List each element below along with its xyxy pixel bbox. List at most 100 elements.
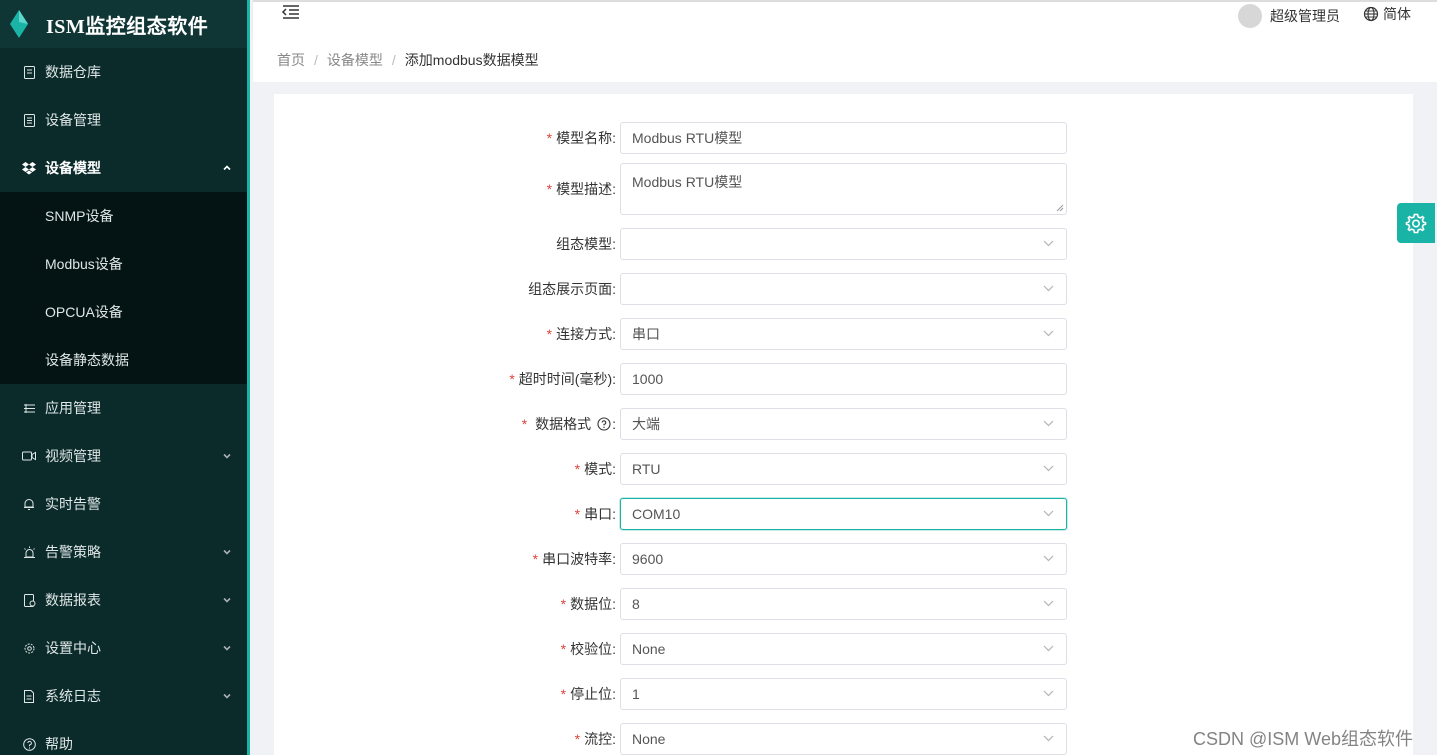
mode-select[interactable]: RTU: [620, 453, 1067, 485]
model-desc-field[interactable]: Modbus RTU模型: [620, 163, 1067, 215]
required-mark: *: [532, 551, 539, 567]
sidebar-item-label: 设备管理: [45, 112, 101, 128]
sidebar-item-label: 数据报表: [45, 592, 101, 608]
data-format-select[interactable]: 大端: [620, 408, 1067, 440]
model-name-field[interactable]: [620, 122, 1067, 154]
chevron-down-icon: [223, 693, 231, 699]
model-name-input[interactable]: [621, 123, 1066, 153]
data-bits-select[interactable]: 8: [620, 588, 1067, 620]
gear-icon: [22, 641, 36, 655]
sidebar-item-realtime-alarm[interactable]: 实时告警: [0, 480, 250, 528]
globe-icon: [1363, 6, 1379, 22]
chevron-down-icon: [223, 645, 231, 651]
required-mark: *: [546, 181, 553, 197]
required-mark: *: [560, 596, 567, 612]
sidebar-item-data-warehouse[interactable]: 数据仓库: [0, 48, 250, 96]
sidebar-item-system-log[interactable]: 系统日志: [0, 672, 250, 720]
connection-select[interactable]: 串口: [620, 318, 1067, 350]
stop-bits-select[interactable]: 1: [620, 678, 1067, 710]
chevron-down-icon: [223, 597, 231, 603]
required-mark: *: [560, 641, 567, 657]
serial-port-select[interactable]: COM10: [620, 498, 1067, 530]
sidebar-item-device-management[interactable]: 设备管理: [0, 96, 250, 144]
select-value: 8: [632, 596, 640, 612]
breadcrumb: 首页 / 设备模型 / 添加modbus数据模型: [253, 38, 1437, 82]
sidebar-item-label: 设备静态数据: [45, 352, 129, 368]
sidebar-item-alarm-strategy[interactable]: 告警策略: [0, 528, 250, 576]
timeout-input[interactable]: [621, 364, 1066, 394]
sidebar-item-video-management[interactable]: 视频管理: [0, 432, 250, 480]
form-card: *模型名称: *模型描述: Modbus RTU模型 组态模型: 组态展示页面:…: [274, 94, 1413, 755]
sidebar-item-label: 设置中心: [45, 640, 101, 656]
resize-grip-icon[interactable]: [1056, 204, 1064, 212]
logo[interactable]: ISM监控组态软件: [0, 0, 250, 48]
avatar: [1238, 4, 1262, 28]
select-value: None: [632, 641, 666, 657]
alarm-light-icon: [22, 545, 36, 559]
chevron-down-icon: [1043, 420, 1054, 427]
sidebar-item-snmp-device[interactable]: SNMP设备: [0, 192, 250, 240]
menu-fold-icon[interactable]: [281, 4, 301, 20]
sidebar-item-modbus-device[interactable]: Modbus设备: [0, 240, 250, 288]
required-mark: *: [574, 731, 581, 747]
flow-control-label: * 流控:: [574, 731, 616, 747]
top-header: 超级管理员 简体: [253, 0, 1437, 38]
question-circle-icon: [22, 737, 36, 751]
sidebar-item-device-static-data[interactable]: 设备静态数据: [0, 336, 250, 384]
breadcrumb-device-model[interactable]: 设备模型: [327, 50, 383, 70]
timeout-field[interactable]: [620, 363, 1067, 395]
select-value: RTU: [632, 461, 661, 477]
chevron-down-icon: [1043, 600, 1054, 607]
scada-model-label: 组态模型:: [556, 236, 616, 252]
sidebar-item-data-report[interactable]: 数据报表: [0, 576, 250, 624]
chevron-down-icon: [1043, 690, 1054, 697]
gear-icon: [1405, 213, 1427, 234]
chevron-down-icon: [223, 453, 231, 459]
sidebar-item-device-model[interactable]: 设备模型: [0, 144, 250, 192]
language-label: 简体: [1383, 6, 1411, 22]
data-bits-label: * 数据位:: [560, 596, 616, 612]
parity-select[interactable]: None: [620, 633, 1067, 665]
sidebar-item-app-management[interactable]: 应用管理: [0, 384, 250, 432]
sidebar-item-label: 告警策略: [45, 544, 101, 560]
sidebar-item-settings-center[interactable]: 设置中心: [0, 624, 250, 672]
required-mark: *: [546, 130, 553, 146]
app-title: ISM监控组态软件: [46, 15, 209, 38]
flow-control-select[interactable]: None: [620, 723, 1067, 755]
chevron-down-icon: [223, 549, 231, 555]
device-model-submenu: SNMP设备 Modbus设备 OPCUA设备 设备静态数据: [0, 192, 250, 384]
chevron-down-icon: [1043, 240, 1054, 247]
timeout-label: * 超时时间(毫秒):: [509, 371, 616, 387]
model-desc-textarea[interactable]: Modbus RTU模型: [621, 164, 1066, 214]
required-mark: *: [574, 461, 581, 477]
scada-model-select[interactable]: [620, 228, 1067, 260]
breadcrumb-separator: /: [314, 52, 318, 68]
connection-label: * 连接方式:: [546, 326, 616, 342]
sidebar-item-label: 设备模型: [45, 160, 101, 176]
breadcrumb-home[interactable]: 首页: [277, 50, 305, 70]
database-icon: [22, 65, 36, 79]
chevron-down-icon: [1043, 510, 1054, 517]
select-value: 9600: [632, 551, 664, 567]
question-circle-icon[interactable]: [597, 417, 611, 431]
required-mark: *: [546, 326, 553, 342]
chevron-down-icon: [1043, 465, 1054, 472]
select-value: COM10: [632, 506, 681, 522]
language-switcher[interactable]: 简体: [1363, 4, 1411, 24]
sidebar: ISM监控组态软件 数据仓库 设备管理 设备模型 SNMP设备 Modbus设备…: [0, 0, 250, 755]
logo-diamond-icon: [10, 10, 28, 38]
sidebar-item-label: SNMP设备: [45, 208, 114, 224]
sidebar-item-opcua-device[interactable]: OPCUA设备: [0, 288, 250, 336]
scada-page-select[interactable]: [620, 273, 1067, 305]
theme-settings-button[interactable]: [1397, 203, 1435, 243]
sidebar-item-label: 数据仓库: [45, 64, 101, 80]
report-icon: [22, 593, 36, 607]
parity-label: * 校验位:: [560, 641, 616, 657]
baud-rate-label: * 串口波特率:: [532, 551, 616, 567]
scada-page-label: 组态展示页面:: [528, 281, 616, 297]
chevron-up-icon: [223, 165, 231, 171]
chevron-down-icon: [1043, 285, 1054, 292]
user-menu[interactable]: 超级管理员: [1238, 4, 1340, 28]
sidebar-item-help[interactable]: 帮助: [0, 720, 250, 755]
baud-rate-select[interactable]: 9600: [620, 543, 1067, 575]
